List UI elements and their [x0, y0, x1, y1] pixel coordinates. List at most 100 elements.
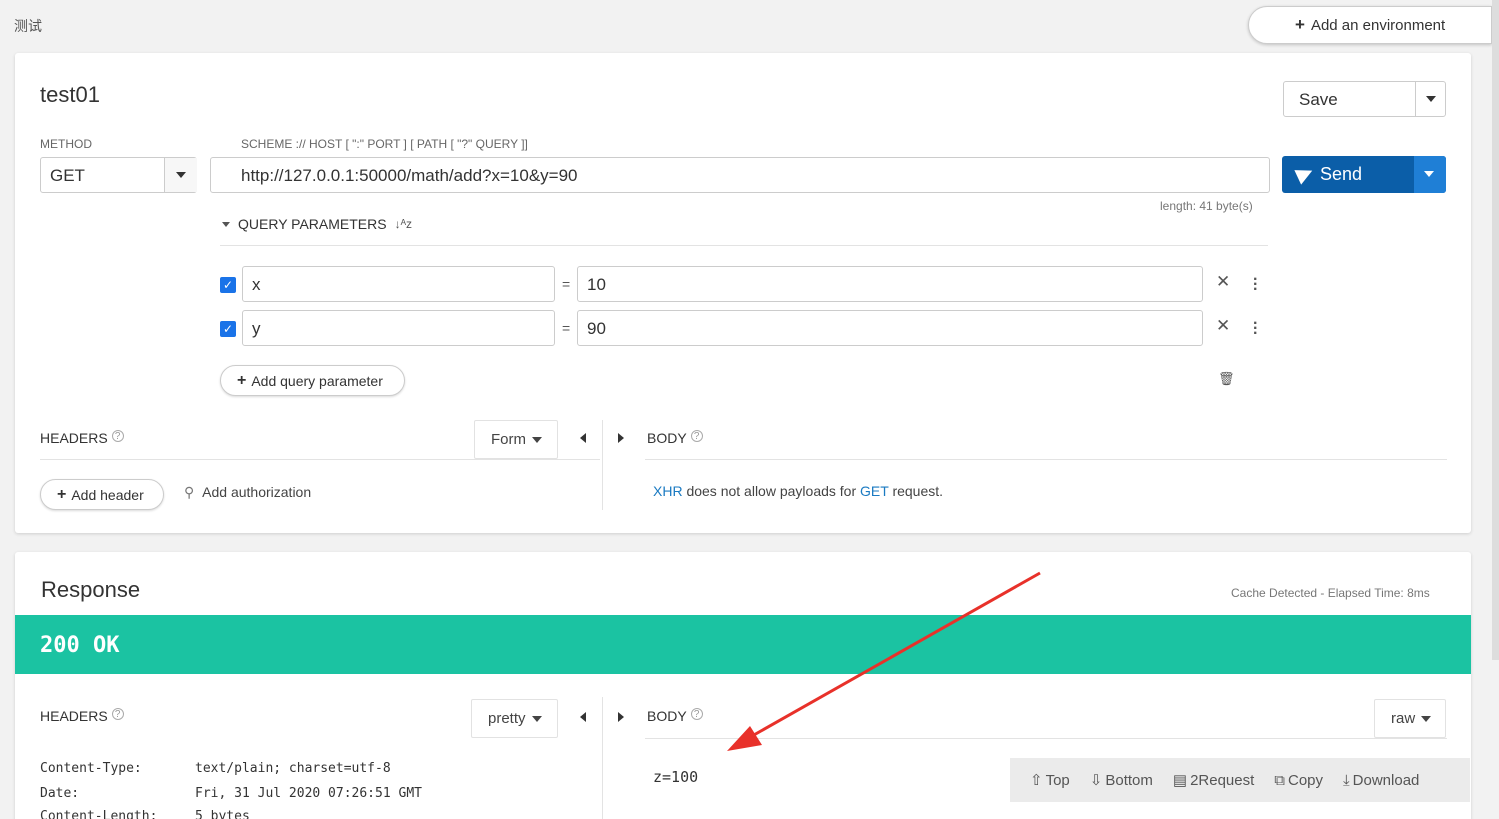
close-icon[interactable]: ✕: [1216, 316, 1230, 336]
collapse-left-icon[interactable]: [580, 433, 586, 443]
param-value-input[interactable]: 90: [577, 310, 1203, 346]
response-toolbar: ⇧ Top ⇩ Bottom ▤ 2Request ⧉ Copy ⤓ Download: [1010, 758, 1470, 802]
header-key: Content-Length:: [40, 809, 158, 819]
body-format: raw: [1391, 710, 1416, 727]
request-name: test01: [40, 82, 100, 107]
collapse-left-icon[interactable]: [580, 712, 586, 722]
param-name-input[interactable]: x: [242, 266, 555, 302]
send-dropdown[interactable]: [1414, 156, 1446, 193]
body-message-end: request.: [892, 483, 944, 499]
body-title: BODY: [647, 708, 687, 724]
download-label: Download: [1352, 771, 1420, 789]
header-value: text/plain; charset=utf-8: [195, 761, 391, 776]
add-authorization-label: Add authorization: [202, 484, 312, 500]
sort-alpha-icon[interactable]: ↓ᴬz: [395, 217, 412, 231]
chevron-down-icon: [531, 715, 542, 722]
param-value-input[interactable]: 10: [577, 266, 1203, 302]
bottom-button[interactable]: ⇩ Bottom: [1089, 771, 1153, 790]
status-text: 200 OK: [40, 633, 120, 658]
to-request-label: 2Request: [1190, 771, 1255, 789]
plus-icon: +: [57, 485, 67, 503]
add-authorization-link[interactable]: ⚲ Add authorization: [184, 484, 311, 501]
bottom-label: Bottom: [1105, 771, 1153, 789]
copy-label: Copy: [1288, 771, 1324, 789]
method-value: GET: [50, 166, 85, 185]
help-icon[interactable]: ?: [111, 708, 124, 720]
help-icon[interactable]: ?: [690, 430, 703, 442]
param-x-checkbox[interactable]: ✓: [220, 277, 236, 293]
status-bar: 200 OK: [15, 615, 1471, 674]
breadcrumb: 测试: [14, 19, 42, 35]
add-header-button[interactable]: + Add header: [40, 479, 164, 510]
plus-icon: +: [237, 371, 247, 389]
scheme-label: SCHEME :// HOST [ ":" PORT ] [ PATH [ "?…: [241, 137, 528, 151]
key-icon: ⚲: [184, 484, 195, 500]
divider: [645, 738, 1447, 739]
trash-icon[interactable]: 🗑: [1218, 371, 1235, 387]
url-length: length: 41 byte(s): [1160, 199, 1253, 213]
copy-icon: ⧉: [1274, 771, 1285, 789]
save-button[interactable]: Save: [1283, 81, 1446, 117]
send-label: Send: [1320, 164, 1363, 184]
query-params-toggle[interactable]: QUERY PARAMETERS ↓ᴬz: [222, 216, 412, 232]
arrow-down-circle-icon: ⇩: [1089, 772, 1103, 789]
response-body-section: BODY?: [647, 708, 703, 724]
add-header-label: Add header: [71, 486, 144, 503]
elapsed-time: Cache Detected - Elapsed Time: 8ms: [1231, 586, 1430, 600]
body-message: XHR does not allow payloads for GET requ…: [653, 483, 943, 499]
plus-icon: +: [1295, 15, 1305, 34]
method-label: METHOD: [40, 137, 92, 151]
url-input[interactable]: http://127.0.0.1:50000/math/add?x=10&y=9…: [210, 157, 1270, 193]
save-label: Save: [1299, 90, 1338, 109]
header-value: Fri, 31 Jul 2020 07:26:51 GMT: [195, 786, 422, 801]
divider: [40, 459, 600, 460]
method-dropdown[interactable]: [164, 158, 197, 192]
download-button[interactable]: ⤓ Download: [1343, 772, 1419, 789]
divider: [645, 459, 1447, 460]
param-y-checkbox[interactable]: ✓: [220, 321, 236, 337]
splitter[interactable]: [602, 697, 603, 819]
add-query-parameter-button[interactable]: + Add query parameter: [220, 365, 405, 396]
body-title: BODY: [647, 430, 687, 446]
collapse-right-icon[interactable]: [618, 712, 624, 722]
more-vertical-icon[interactable]: · · ·: [1253, 272, 1258, 298]
response-headers-section: HEADERS?: [40, 708, 124, 724]
arrow-up-circle-icon: ⇧: [1030, 772, 1043, 789]
add-environment-button[interactable]: + Add an environment: [1248, 6, 1492, 44]
headers-title: HEADERS: [40, 430, 108, 446]
close-icon[interactable]: ✕: [1216, 272, 1230, 292]
header-value: 5 bytes: [195, 809, 250, 819]
body-format-dropdown[interactable]: raw: [1374, 699, 1446, 738]
send-icon: [1294, 163, 1316, 185]
equals-sign: =: [562, 320, 571, 336]
header-key: Content-Type:: [40, 761, 142, 776]
get-link[interactable]: GET: [860, 483, 889, 499]
chevron-down-icon: [1424, 171, 1434, 177]
headers-title: HEADERS: [40, 708, 108, 724]
headers-format-dropdown[interactable]: pretty: [471, 699, 558, 738]
collapse-right-icon[interactable]: [618, 433, 624, 443]
top-button[interactable]: ⇧ Top: [1030, 771, 1070, 790]
headers-mode: Form: [491, 431, 526, 448]
url-value: http://127.0.0.1:50000/math/add?x=10&y=9…: [241, 166, 578, 185]
scrollbar[interactable]: [1492, 0, 1499, 660]
xhr-link[interactable]: XHR: [653, 483, 683, 499]
more-vertical-icon[interactable]: · · ·: [1253, 316, 1258, 342]
to-request-button[interactable]: ▤ 2Request: [1173, 771, 1255, 790]
param-name-input[interactable]: y: [242, 310, 555, 346]
download-icon: ⤓: [1343, 771, 1350, 789]
caret-down-icon: [222, 221, 230, 227]
splitter[interactable]: [602, 420, 603, 510]
add-query-label: Add query parameter: [251, 372, 383, 389]
chevron-down-icon: [1426, 96, 1436, 102]
body-message-text: does not allow payloads for: [686, 483, 857, 499]
chevron-down-icon: [176, 172, 186, 178]
copy-button[interactable]: ⧉ Copy: [1274, 772, 1323, 789]
send-button[interactable]: Send: [1282, 156, 1446, 193]
help-icon[interactable]: ?: [690, 708, 703, 720]
method-select[interactable]: GET: [40, 157, 197, 193]
save-dropdown[interactable]: [1415, 82, 1446, 116]
divider: [220, 245, 1268, 246]
help-icon[interactable]: ?: [111, 430, 124, 442]
headers-mode-dropdown[interactable]: Form: [474, 420, 558, 459]
